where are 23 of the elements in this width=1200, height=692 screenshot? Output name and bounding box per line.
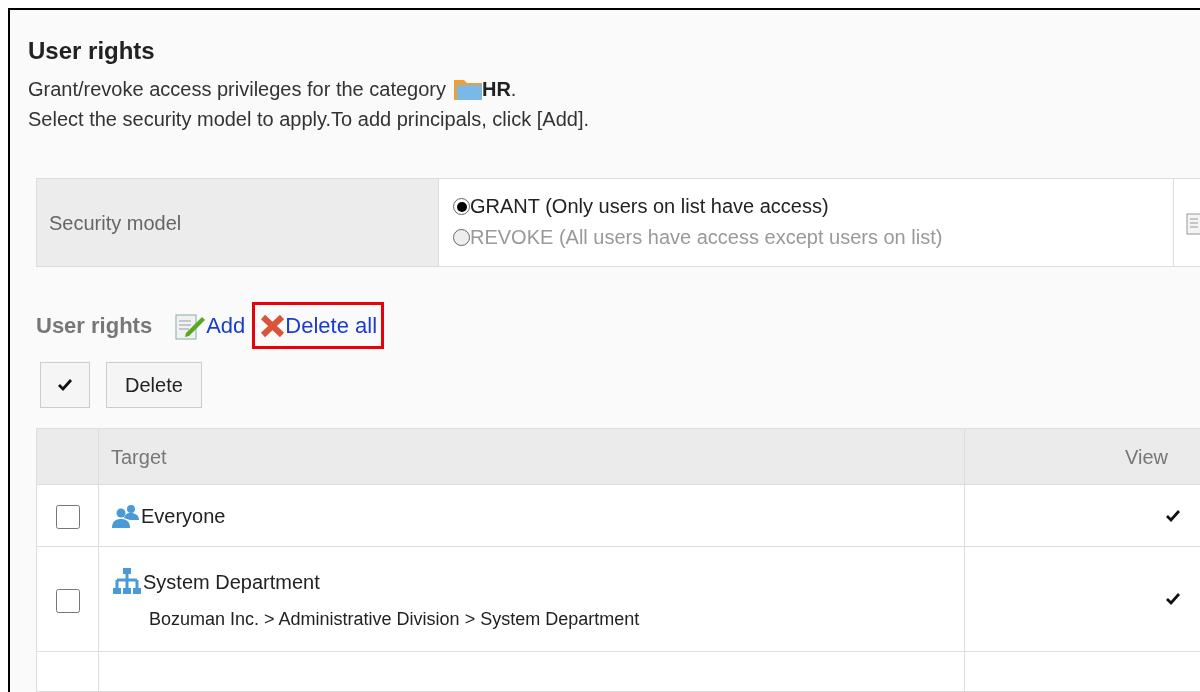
- column-header: Target: [98, 428, 965, 485]
- add-link[interactable]: Add: [174, 309, 246, 342]
- users-icon: [111, 503, 141, 528]
- security-model-label: Security model: [37, 179, 439, 266]
- instruction-text: Select the security model to apply.To add principals, click [Add].: [28, 107, 590, 132]
- select-all-button[interactable]: [40, 362, 90, 408]
- column-header: View: [964, 428, 1200, 485]
- period-text: .: [510, 77, 517, 102]
- target-name: System Department: [143, 569, 320, 595]
- row-checkbox[interactable]: [55, 505, 80, 530]
- checkmark-icon: [57, 378, 73, 392]
- row-checkbox[interactable]: [55, 588, 80, 613]
- delete-all-link[interactable]: Delete all: [255, 305, 382, 346]
- category-name: HR: [481, 77, 511, 102]
- folder-icon: [453, 78, 482, 100]
- radio-option[interactable]: GRANT (Only users on list have access): [453, 191, 1173, 222]
- delete-icon: [259, 313, 286, 338]
- section-heading: User rights: [36, 312, 153, 340]
- delete-button[interactable]: Delete: [106, 362, 202, 408]
- department-path: Bozuman Inc. > Administrative Division > System Department: [149, 607, 641, 631]
- target-name: Everyone: [141, 503, 226, 529]
- description-text: Grant/revoke access privileges for the category: [28, 77, 446, 102]
- page-title: User rights: [28, 36, 156, 66]
